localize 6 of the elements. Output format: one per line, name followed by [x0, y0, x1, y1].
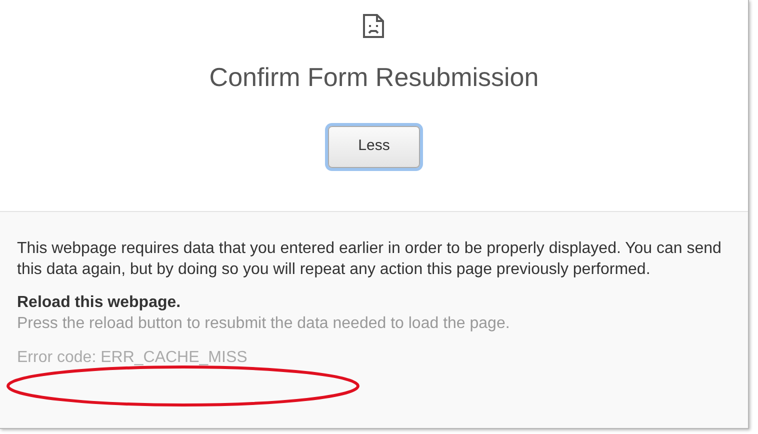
- page-title: Confirm Form Resubmission: [209, 61, 539, 94]
- reload-heading: Reload this webpage.: [17, 293, 182, 313]
- reload-hint: Press the reload button to resubmit the data needed to load the page.: [17, 314, 511, 334]
- sad-page-icon: [362, 13, 386, 39]
- explanation-paragraph: This webpage requires data that you entered earlier in order to be properly displayed. You can send this data again, but by doing so you will repeat any action this page previously performed.: [17, 239, 722, 280]
- error-code: Error code: ERR_CACHE_MISS: [17, 348, 248, 368]
